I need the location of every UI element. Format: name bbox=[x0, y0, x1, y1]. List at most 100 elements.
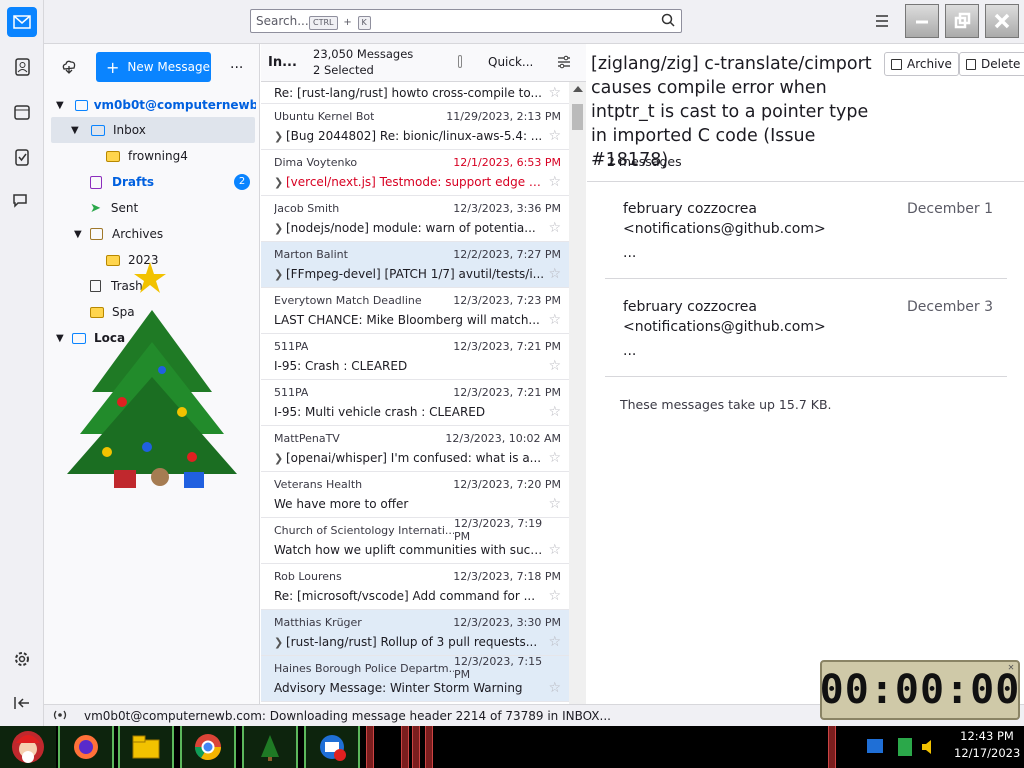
folder-label: Sent bbox=[110, 201, 139, 215]
star-icon[interactable]: ☆ bbox=[545, 450, 561, 466]
app-menu-icon[interactable] bbox=[874, 13, 890, 32]
star-icon[interactable]: ☆ bbox=[545, 266, 561, 282]
message-row[interactable]: Dima Voytenko 12/1/2023, 6:53 PM ❯ [vercel/… bbox=[261, 150, 569, 196]
close-button[interactable] bbox=[985, 4, 1019, 38]
message-row[interactable]: 511PA 12/3/2023, 7:21 PM I-95: Crash : CLE… bbox=[261, 334, 569, 380]
online-status-icon[interactable] bbox=[52, 708, 68, 725]
thread-expand-icon[interactable]: ❯ bbox=[274, 452, 286, 465]
folder-label: Inbox bbox=[113, 123, 146, 137]
address-book-icon[interactable] bbox=[9, 54, 35, 80]
thread-expand-icon[interactable]: ❯ bbox=[274, 636, 286, 649]
chrome-taskbar-icon[interactable] bbox=[180, 726, 236, 768]
clock-date: 12/17/2023 bbox=[954, 746, 1021, 760]
thread-message-card[interactable]: february cozzocrea <notifications@github… bbox=[623, 297, 993, 361]
restore-button[interactable] bbox=[945, 4, 979, 38]
star-icon[interactable]: ☆ bbox=[545, 588, 561, 604]
search-field[interactable]: Search... CTRL + K bbox=[250, 9, 682, 33]
message-row[interactable]: Rob Lourens 12/3/2023, 7:18 PM Re: [micros… bbox=[261, 564, 569, 610]
chat-icon[interactable] bbox=[9, 188, 35, 214]
folder-archives[interactable]: ▼ Archives bbox=[74, 221, 163, 247]
account-row[interactable]: ▼ vm0b0t@computernewb... bbox=[56, 92, 256, 118]
message-list-scrollbar[interactable] bbox=[569, 82, 586, 704]
message-row[interactable]: Everytown Match Deadline 12/3/2023, 7:23 … bbox=[261, 288, 569, 334]
folder-sent[interactable]: ➤ Sent bbox=[90, 195, 138, 221]
calendar-icon[interactable] bbox=[9, 99, 35, 125]
tray-volume-icon[interactable] bbox=[920, 737, 938, 761]
toggle-icon[interactable] bbox=[458, 55, 462, 68]
chevron-down-icon: ▼ bbox=[56, 99, 64, 111]
christmas-tree-taskbar-icon[interactable] bbox=[242, 726, 298, 768]
minimize-button[interactable] bbox=[905, 4, 939, 38]
collapse-spaces-icon[interactable] bbox=[9, 690, 35, 716]
star-icon[interactable]: ☆ bbox=[545, 85, 561, 101]
star-icon[interactable]: ☆ bbox=[545, 220, 561, 236]
row-sender: Jacob Smith bbox=[274, 201, 340, 215]
tasks-icon[interactable] bbox=[9, 144, 35, 170]
folder-drafts[interactable]: Drafts 2 bbox=[90, 169, 250, 195]
star-icon[interactable]: ☆ bbox=[545, 404, 561, 420]
delete-button[interactable]: Delete bbox=[959, 52, 1024, 76]
message-row[interactable]: Re: [rust-lang/rust] howto cross-compile… bbox=[261, 82, 569, 104]
file-explorer-taskbar-icon[interactable] bbox=[118, 726, 174, 768]
scroll-thumb[interactable] bbox=[572, 104, 583, 130]
archive-button[interactable]: Archive bbox=[884, 52, 959, 76]
star-icon[interactable]: ☆ bbox=[545, 128, 561, 144]
plus-icon: + bbox=[106, 57, 120, 77]
scroll-up-arrow[interactable] bbox=[573, 86, 583, 92]
row-date: 12/2/2023, 7:27 PM bbox=[453, 247, 561, 261]
thunderbird-taskbar-icon[interactable] bbox=[304, 726, 360, 768]
sent-icon: ➤ bbox=[90, 200, 101, 216]
thread-expand-icon[interactable]: ❯ bbox=[274, 176, 286, 189]
thread-expand-icon[interactable]: ❯ bbox=[274, 130, 286, 143]
quick-filter-button[interactable]: Quick... bbox=[488, 55, 533, 69]
search-icon[interactable] bbox=[661, 13, 675, 30]
timer-close-icon[interactable]: ✕ bbox=[1008, 662, 1015, 673]
row-date: 12/3/2023, 3:30 PM bbox=[453, 615, 561, 629]
thread-message-card[interactable]: february cozzocrea <notifications@github… bbox=[623, 199, 993, 263]
start-button[interactable] bbox=[0, 726, 56, 768]
star-icon[interactable]: ☆ bbox=[545, 174, 561, 190]
row-sender: Marton Balint bbox=[274, 247, 348, 261]
countdown-timer-widget[interactable]: 00:00:00 ✕ bbox=[820, 660, 1020, 720]
star-icon[interactable]: ☆ bbox=[545, 680, 561, 696]
firefox-taskbar-icon[interactable] bbox=[58, 726, 114, 768]
taskbar-clock[interactable]: 12:43 PM 12/17/2023 bbox=[954, 728, 1020, 766]
message-row[interactable]: 511PA 12/3/2023, 7:21 PM I-95: Multi vehic… bbox=[261, 380, 569, 426]
row-subject: LAST CHANCE: Mike Bloomberg will match..… bbox=[274, 313, 540, 327]
folder-frowning4[interactable]: frowning4 bbox=[106, 143, 188, 169]
shortcut-ctrl: CTRL bbox=[309, 16, 338, 30]
tray-chat-icon[interactable] bbox=[866, 738, 884, 760]
message-row[interactable]: Marton Balint 12/2/2023, 7:27 PM ❯ [FFmpeg-… bbox=[261, 242, 569, 288]
chevron-down-icon: ▼ bbox=[74, 228, 82, 240]
folder-inbox[interactable]: ▼ Inbox bbox=[51, 117, 255, 143]
row-sender: Dima Voytenko bbox=[274, 155, 358, 169]
thread-expand-icon[interactable]: ❯ bbox=[274, 222, 286, 235]
delete-label: Delete bbox=[981, 57, 1021, 71]
message-row[interactable]: Veterans Health 12/3/2023, 7:20 PM We have… bbox=[261, 472, 569, 518]
star-icon[interactable]: ☆ bbox=[545, 312, 561, 328]
thread-expand-icon[interactable]: ❯ bbox=[274, 268, 286, 281]
folder-pane-menu-button[interactable]: ... bbox=[230, 56, 243, 72]
list-display-options-icon[interactable] bbox=[557, 54, 571, 73]
message-row[interactable]: MattPenaTV 12/3/2023, 10:02 AM ❯ [openai/wh… bbox=[261, 426, 569, 472]
new-message-button[interactable]: + New Message bbox=[96, 52, 211, 82]
message-row[interactable]: Haines Borough Police Departm... 12/3/202… bbox=[261, 655, 569, 702]
row-sender: 511PA bbox=[274, 339, 309, 353]
row-header: Dima Voytenko 12/1/2023, 6:53 PM bbox=[274, 153, 561, 171]
message-row[interactable]: Jacob Smith 12/3/2023, 3:36 PM ❯ [nodejs/no… bbox=[261, 196, 569, 242]
message-row[interactable]: Matthias Krüger 12/3/2023, 3:30 PM ❯ [rust-… bbox=[261, 610, 569, 656]
settings-icon[interactable] bbox=[9, 646, 35, 672]
star-icon[interactable]: ☆ bbox=[545, 542, 561, 558]
tray-network-icon[interactable] bbox=[896, 736, 914, 762]
star-icon[interactable]: ☆ bbox=[545, 634, 561, 650]
get-messages-icon[interactable] bbox=[61, 59, 77, 79]
message-row[interactable]: Ubuntu Kernel Bot 11/29/2023, 2:13 PM ❯ [Bu… bbox=[261, 104, 569, 150]
star-icon[interactable]: ☆ bbox=[545, 496, 561, 512]
message-row[interactable]: Church of Scientology Internati... 12/3/2… bbox=[261, 517, 569, 564]
row-sender: Everytown Match Deadline bbox=[274, 293, 422, 307]
row-sender: Church of Scientology Internati... bbox=[274, 523, 454, 537]
status-text: vm0b0t@computernewb.com: Downloading mes… bbox=[84, 709, 611, 723]
mail-icon[interactable] bbox=[7, 7, 37, 37]
star-icon[interactable]: ☆ bbox=[545, 358, 561, 374]
folder-label: frowning4 bbox=[128, 149, 188, 163]
